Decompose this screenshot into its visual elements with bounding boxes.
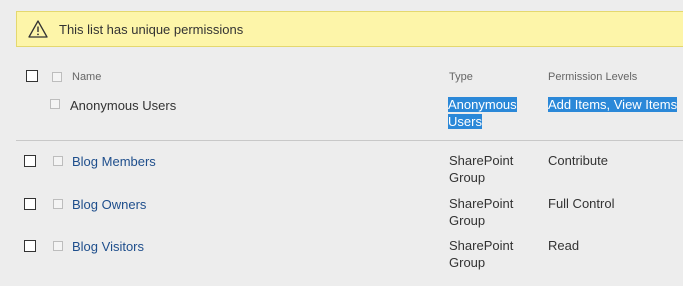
row-type-line1: SharePoint — [449, 196, 514, 211]
row-type-line2: Users — [448, 114, 482, 129]
row-name-blog-owners[interactable]: Blog Owners — [72, 196, 146, 213]
row-checkbox-blog-members[interactable] — [24, 155, 36, 167]
row-checkbox-blog-visitors[interactable] — [24, 240, 36, 252]
column-header-type[interactable]: Type — [449, 71, 473, 83]
permissions-warning-banner: This list has unique permissions — [16, 11, 683, 47]
row-permission-text: Add Items, View Items — [548, 97, 678, 112]
row-type-line1: SharePoint — [449, 238, 514, 253]
header-item-checkbox[interactable] — [52, 72, 62, 82]
row-item-checkbox-blog-visitors[interactable] — [53, 241, 63, 251]
row-type-blog-members: SharePoint Group — [449, 152, 513, 186]
row-permission-blog-members: Contribute — [548, 153, 608, 168]
row-checkbox-blog-owners[interactable] — [24, 198, 36, 210]
row-type-line1: Anonymous — [448, 97, 517, 112]
warning-icon — [28, 20, 48, 38]
row-name-anonymous-users: Anonymous Users — [70, 98, 177, 113]
column-header-permission-levels[interactable]: Permission Levels — [548, 71, 637, 83]
row-permission-blog-owners: Full Control — [548, 196, 615, 211]
table-divider — [16, 140, 683, 141]
row-type-line2: Group — [449, 213, 486, 228]
row-name-blog-members[interactable]: Blog Members — [72, 153, 156, 170]
row-type-line2: Group — [449, 255, 486, 270]
row-type-line1: SharePoint — [449, 153, 514, 168]
row-type-line2: Group — [449, 170, 486, 185]
row-permission-anonymous-users: Add Items, View Items — [548, 96, 678, 113]
row-item-checkbox-blog-members[interactable] — [53, 156, 63, 166]
row-type-blog-visitors: SharePoint Group — [449, 237, 513, 271]
row-type-anonymous-users: Anonymous Users — [448, 96, 517, 130]
column-header-name[interactable]: Name — [72, 71, 101, 83]
row-checkbox-anonymous-users[interactable] — [50, 99, 60, 109]
row-item-checkbox-blog-owners[interactable] — [53, 199, 63, 209]
select-all-checkbox[interactable] — [26, 70, 38, 82]
banner-message: This list has unique permissions — [59, 22, 244, 37]
row-name-blog-visitors[interactable]: Blog Visitors — [72, 238, 144, 255]
row-type-blog-owners: SharePoint Group — [449, 195, 513, 229]
row-permission-blog-visitors: Read — [548, 238, 580, 253]
